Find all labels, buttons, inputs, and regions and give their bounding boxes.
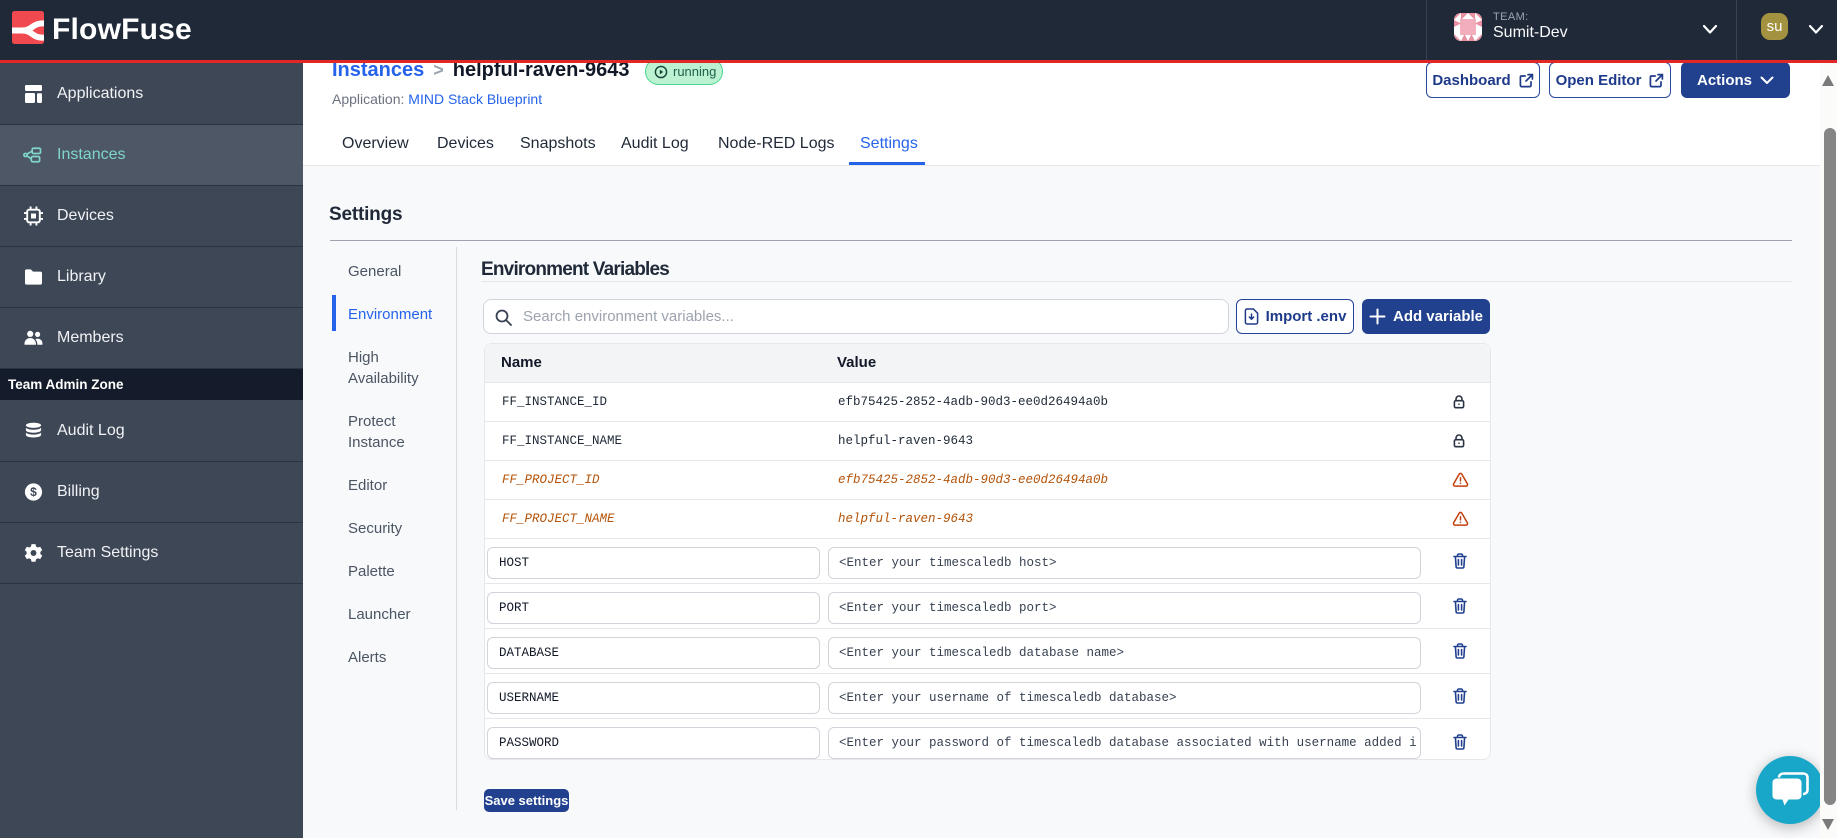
- svg-text:$: $: [30, 485, 37, 499]
